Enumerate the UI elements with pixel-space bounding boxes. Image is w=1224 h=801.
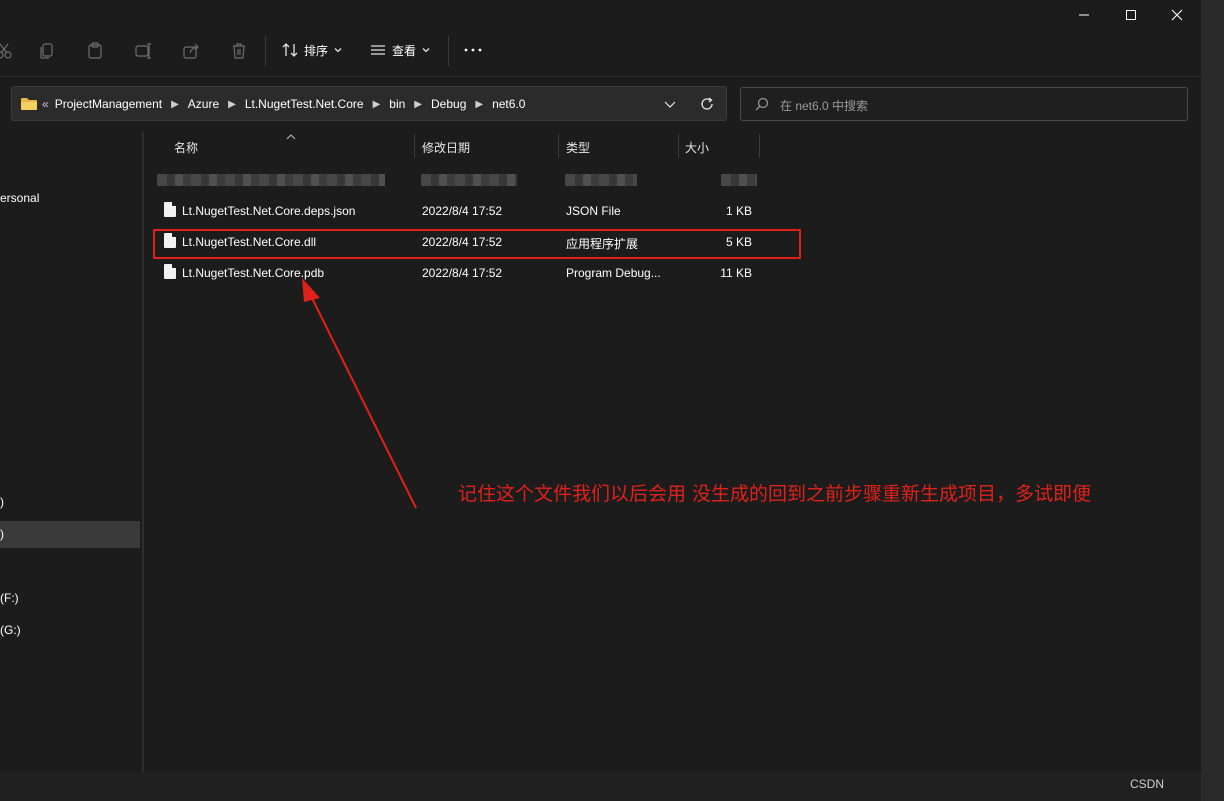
json-file-icon — [164, 202, 176, 217]
file-date: 2022/8/4 17:52 — [422, 204, 503, 218]
delete-button[interactable] — [225, 39, 253, 63]
file-date: 2022/8/4 17:52 — [422, 266, 503, 280]
sort-label: 排序 — [304, 43, 329, 58]
window-edge — [1201, 0, 1224, 801]
breadcrumb-item-bin[interactable]: bin — [389, 97, 405, 111]
folder-icon — [21, 98, 37, 110]
cut-icon — [0, 43, 12, 59]
copy-icon — [40, 43, 53, 59]
share-icon — [183, 43, 199, 59]
file-type: JSON File — [566, 204, 621, 218]
refresh-button[interactable] — [700, 97, 714, 114]
paste-button[interactable] — [81, 39, 109, 63]
watermark: CSDN — [1130, 777, 1165, 791]
minimize-icon — [1079, 14, 1089, 16]
file-name: Lt.NugetTest.Net.Core.deps.json — [182, 204, 356, 218]
share-button[interactable] — [177, 39, 205, 63]
nav-item-drive-f[interactable]: (F:) — [0, 591, 19, 605]
nav-item-personal[interactable]: ersonal — [0, 191, 39, 205]
breadcrumb-item-azure[interactable]: Azure — [188, 97, 219, 111]
sort-button[interactable]: 排序 — [282, 38, 342, 62]
chevron-right-icon[interactable]: ▶ — [171, 99, 179, 110]
view-label: 查看 — [392, 43, 417, 58]
refresh-icon — [701, 97, 713, 110]
breadcrumb-overflow[interactable]: « — [42, 97, 49, 111]
file-size: 1 KB — [725, 204, 752, 218]
chevron-right-icon[interactable]: ▶ — [414, 99, 422, 110]
chevron-down-icon — [664, 101, 676, 108]
nav-item-drive-g[interactable]: (G:) — [0, 623, 21, 637]
copy-button[interactable] — [33, 39, 61, 63]
pdb-file-icon — [164, 264, 176, 279]
command-divider — [448, 36, 449, 66]
column-divider[interactable] — [558, 134, 559, 158]
delete-icon — [233, 43, 245, 59]
nav-item-drive-selected[interactable]: ) — [0, 527, 4, 541]
sort-icon — [282, 43, 298, 57]
chevron-right-icon[interactable]: ▶ — [373, 99, 381, 110]
maximize-button[interactable] — [1108, 0, 1154, 30]
column-header-name[interactable]: 名称 — [174, 139, 198, 156]
view-icon — [371, 45, 385, 55]
more-icon — [464, 48, 482, 52]
file-row-deps-json[interactable]: Lt.NugetTest.Net.Core.deps.json 2022/8/4… — [154, 200, 800, 222]
rename-button[interactable] — [129, 39, 157, 63]
breadcrumb-item-projectmanagement[interactable]: ProjectManagement — [55, 97, 162, 111]
close-icon — [1171, 9, 1183, 21]
file-row-pdb[interactable]: Lt.NugetTest.Net.Core.pdb 2022/8/4 17:52… — [154, 262, 800, 284]
nav-selected-highlight — [0, 521, 140, 548]
minimize-button[interactable] — [1061, 0, 1107, 30]
view-button[interactable]: 查看 — [370, 38, 430, 62]
redacted-date — [421, 174, 517, 186]
annotation-text: 记住这个文件我们以后会用 没生成的回到之前步骤重新生成项目，多试即便 — [458, 483, 1092, 505]
close-button[interactable] — [1154, 0, 1200, 30]
cut-button[interactable] — [0, 39, 18, 63]
breadcrumb-item-debug[interactable]: Debug — [431, 97, 466, 111]
column-divider[interactable] — [414, 134, 415, 158]
column-header-type[interactable]: 类型 — [566, 139, 590, 156]
redacted-size — [721, 174, 757, 186]
annotation-highlight-box — [153, 229, 801, 259]
redacted-name — [157, 174, 385, 186]
title-bar — [0, 0, 1201, 30]
search-icon — [755, 97, 769, 114]
pane-divider[interactable] — [142, 132, 144, 772]
sort-ascending-icon — [286, 129, 296, 143]
chevron-down-icon — [334, 48, 342, 53]
more-options-button[interactable] — [464, 38, 482, 62]
maximize-icon — [1126, 10, 1136, 20]
search-placeholder[interactable]: 在 net6.0 中搜索 — [780, 97, 868, 114]
column-header-size[interactable]: 大小 — [685, 139, 709, 156]
command-divider — [265, 36, 266, 66]
nav-item-drive[interactable]: ) — [0, 495, 4, 509]
column-header-date[interactable]: 修改日期 — [422, 139, 470, 156]
file-size: 11 KB — [720, 266, 752, 280]
rename-icon — [135, 43, 151, 59]
chevron-right-icon[interactable]: ▶ — [475, 99, 483, 110]
breadcrumb-item-net6[interactable]: net6.0 — [492, 97, 525, 111]
column-divider[interactable] — [678, 134, 679, 158]
navigation-pane — [0, 122, 140, 772]
breadcrumb-item-project[interactable]: Lt.NugetTest.Net.Core — [245, 97, 364, 111]
address-history-button[interactable] — [664, 98, 676, 112]
chevron-down-icon — [422, 48, 430, 53]
annotation-arrow — [302, 278, 417, 509]
breadcrumb: « ProjectManagement ▶ Azure ▶ Lt.NugetTe… — [20, 96, 525, 112]
redacted-type — [565, 174, 637, 186]
paste-icon — [88, 42, 102, 59]
file-type: Program Debug... — [566, 266, 661, 280]
status-bar — [0, 772, 1224, 801]
chevron-right-icon[interactable]: ▶ — [228, 99, 236, 110]
column-divider[interactable] — [759, 134, 760, 158]
